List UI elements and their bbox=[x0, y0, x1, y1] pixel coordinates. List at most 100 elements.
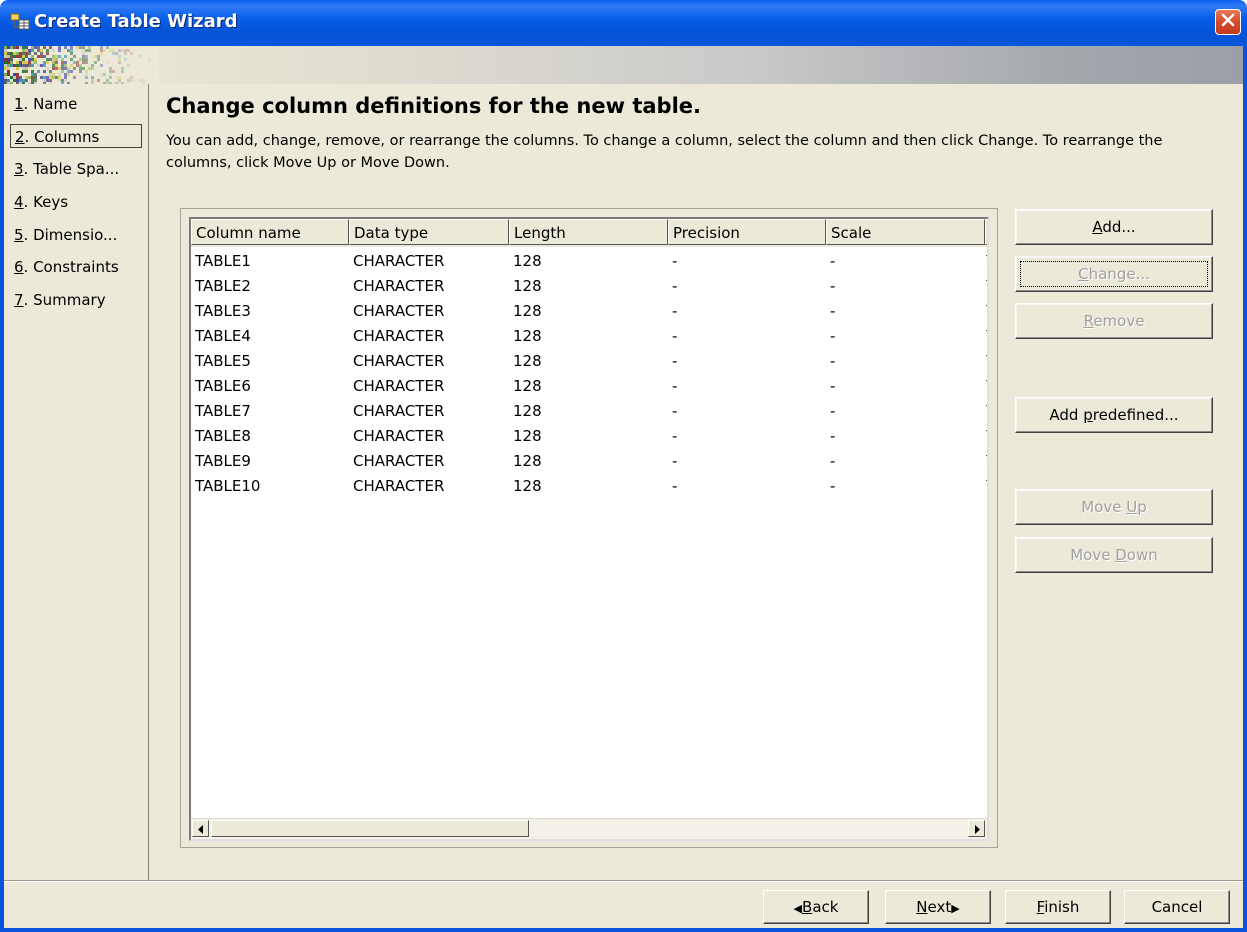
back-button[interactable]: ◀Back bbox=[763, 890, 869, 924]
title-bar[interactable]: Create Table Wizard bbox=[0, 0, 1247, 46]
cell-length: 128 bbox=[513, 352, 542, 370]
remove-button[interactable]: Remove bbox=[1015, 303, 1213, 339]
cell-nullable: Y bbox=[985, 249, 987, 274]
cell-name: TABLE9 bbox=[195, 452, 251, 470]
move-down-button[interactable]: Move Down bbox=[1015, 537, 1213, 573]
table-row[interactable]: TABLE10 CHARACTER 128 - - Y bbox=[191, 474, 987, 499]
cell-nullable: Y bbox=[985, 274, 987, 299]
columns-table[interactable]: Column name Data type Length Precision S… bbox=[189, 217, 989, 841]
table-row[interactable]: TABLE2 CHARACTER 128 - - Y bbox=[191, 274, 987, 299]
cell-precision: - bbox=[672, 352, 678, 370]
banner-pattern bbox=[4, 46, 159, 84]
columns-table-panel: Column name Data type Length Precision S… bbox=[180, 208, 998, 848]
column-header-data-type[interactable]: Data type bbox=[349, 219, 509, 245]
cell-precision: - bbox=[672, 452, 678, 470]
wizard-banner bbox=[4, 46, 1243, 84]
cell-nullable: Y bbox=[985, 349, 987, 374]
cell-name: TABLE2 bbox=[195, 277, 251, 295]
cell-scale: - bbox=[830, 252, 836, 270]
table-row[interactable]: TABLE6 CHARACTER 128 - - Y bbox=[191, 374, 987, 399]
page-heading: Change column definitions for the new ta… bbox=[166, 94, 701, 118]
cell-name: TABLE3 bbox=[195, 302, 251, 320]
cell-name: TABLE10 bbox=[195, 477, 261, 495]
cell-length: 128 bbox=[513, 277, 542, 295]
horizontal-scrollbar[interactable] bbox=[191, 818, 987, 839]
cell-data-type: CHARACTER bbox=[353, 402, 445, 420]
close-x-icon bbox=[1221, 13, 1235, 31]
column-header-scale[interactable]: Scale bbox=[826, 219, 985, 245]
cell-length: 128 bbox=[513, 252, 542, 270]
next-button[interactable]: Next▶ bbox=[885, 890, 991, 924]
scroll-right-arrow-icon bbox=[973, 820, 981, 838]
window-frame-bottom bbox=[0, 928, 1247, 932]
table-row[interactable]: TABLE7 CHARACTER 128 - - Y bbox=[191, 399, 987, 424]
cell-precision: - bbox=[672, 427, 678, 445]
move-up-button[interactable]: Move Up bbox=[1015, 489, 1213, 525]
column-header-precision[interactable]: Precision bbox=[668, 219, 826, 245]
window-title: Create Table Wizard bbox=[34, 11, 238, 32]
add-predefined-button[interactable]: Add predefined... bbox=[1015, 397, 1213, 433]
table-row[interactable]: TABLE5 CHARACTER 128 - - Y bbox=[191, 349, 987, 374]
table-header: Column name Data type Length Precision S… bbox=[191, 219, 987, 247]
cell-length: 128 bbox=[513, 477, 542, 495]
step-name[interactable]: 1. Name bbox=[10, 92, 142, 116]
step-keys[interactable]: 4. Keys bbox=[10, 190, 142, 214]
cell-data-type: CHARACTER bbox=[353, 352, 445, 370]
cell-scale: - bbox=[830, 377, 836, 395]
cell-nullable: Y bbox=[985, 424, 987, 449]
table-row[interactable]: TABLE4 CHARACTER 128 - - Y bbox=[191, 324, 987, 349]
scroll-thumb[interactable] bbox=[211, 820, 529, 837]
close-button[interactable] bbox=[1215, 9, 1241, 35]
create-table-wizard-window: Create Table Wizard 1. Name 2. Columns 3… bbox=[0, 0, 1247, 932]
change-button[interactable]: Change... bbox=[1015, 256, 1213, 292]
cell-name: TABLE8 bbox=[195, 427, 251, 445]
step-table-space[interactable]: 3. Table Spa... bbox=[10, 157, 142, 181]
cell-data-type: CHARACTER bbox=[353, 302, 445, 320]
scroll-left-arrow-icon bbox=[197, 820, 205, 838]
cell-precision: - bbox=[672, 302, 678, 320]
cell-name: TABLE7 bbox=[195, 402, 251, 420]
cell-name: TABLE6 bbox=[195, 377, 251, 395]
cell-scale: - bbox=[830, 452, 836, 470]
table-row[interactable]: TABLE8 CHARACTER 128 - - Y bbox=[191, 424, 987, 449]
scroll-left-button[interactable] bbox=[192, 820, 209, 837]
table-row[interactable]: TABLE3 CHARACTER 128 - - Y bbox=[191, 299, 987, 324]
cell-precision: - bbox=[672, 327, 678, 345]
cell-data-type: CHARACTER bbox=[353, 452, 445, 470]
page-description: You can add, change, remove, or rearrang… bbox=[166, 133, 1163, 171]
cell-data-type: CHARACTER bbox=[353, 327, 445, 345]
finish-button[interactable]: Finish bbox=[1005, 890, 1111, 924]
dialog-client-area: 1. Name 2. Columns 3. Table Spa... 4. Ke… bbox=[4, 46, 1243, 928]
step-summary[interactable]: 7. Summary bbox=[10, 288, 142, 312]
step-constraints[interactable]: 6. Constraints bbox=[10, 255, 142, 279]
cell-nullable: Y bbox=[985, 299, 987, 324]
cell-scale: - bbox=[830, 277, 836, 295]
cell-scale: - bbox=[830, 327, 836, 345]
cell-length: 128 bbox=[513, 402, 542, 420]
add-button[interactable]: Add... bbox=[1015, 209, 1213, 245]
footer-separator bbox=[4, 880, 1243, 882]
scroll-right-button[interactable] bbox=[968, 820, 985, 837]
cell-length: 128 bbox=[513, 377, 542, 395]
cell-data-type: CHARACTER bbox=[353, 277, 445, 295]
column-header-nullable[interactable]: N bbox=[985, 219, 987, 245]
cell-scale: - bbox=[830, 477, 836, 495]
cell-length: 128 bbox=[513, 327, 542, 345]
cell-data-type: CHARACTER bbox=[353, 377, 445, 395]
cell-precision: - bbox=[672, 477, 678, 495]
next-arrow-icon: ▶ bbox=[951, 902, 960, 915]
step-columns[interactable]: 2. Columns bbox=[10, 124, 142, 148]
window-frame-right bbox=[1243, 46, 1247, 932]
cell-length: 128 bbox=[513, 427, 542, 445]
cell-precision: - bbox=[672, 252, 678, 270]
step-dimensions[interactable]: 5. Dimensio... bbox=[10, 223, 142, 247]
table-row[interactable]: TABLE9 CHARACTER 128 - - Y bbox=[191, 449, 987, 474]
table-row[interactable]: TABLE1 CHARACTER 128 - - Y bbox=[191, 249, 987, 274]
cancel-button[interactable]: Cancel bbox=[1124, 890, 1230, 924]
column-header-length[interactable]: Length bbox=[509, 219, 668, 245]
cell-name: TABLE5 bbox=[195, 352, 251, 370]
column-header-name[interactable]: Column name bbox=[191, 219, 349, 245]
focus-rectangle bbox=[1020, 261, 1208, 287]
back-arrow-icon: ◀ bbox=[793, 902, 803, 915]
cell-length: 128 bbox=[513, 302, 542, 320]
